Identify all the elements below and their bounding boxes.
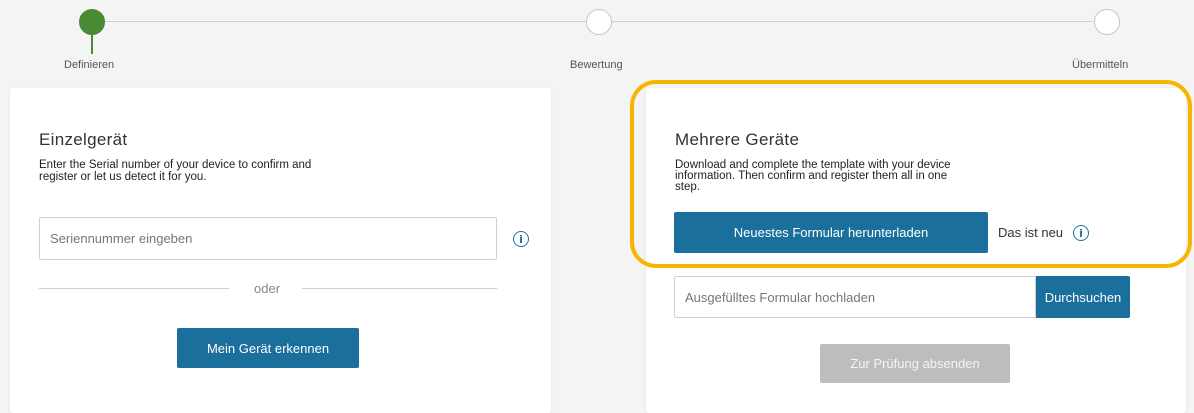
detect-device-button[interactable]: Mein Gerät erkennen: [177, 328, 359, 368]
divider-line-left: [39, 288, 229, 289]
single-device-description-line2: register or let us detect it for you.: [39, 171, 207, 183]
step-dot-bewertung: [586, 9, 612, 35]
progress-stepper: Definieren Bewertung Übermitteln: [0, 0, 1194, 80]
multiple-devices-title: Mehrere Geräte: [675, 130, 800, 149]
step-indicator-stem: [91, 34, 93, 54]
step-dot-definieren: [79, 9, 105, 35]
divider-line-right: [302, 288, 497, 289]
download-template-button[interactable]: Neuestes Formular herunterladen: [674, 212, 988, 253]
divider-text: oder: [254, 281, 281, 296]
single-device-title: Einzelgerät: [39, 130, 128, 149]
serial-number-input[interactable]: Seriennummer eingeben: [39, 217, 497, 260]
step-label-definieren: Definieren: [64, 59, 115, 71]
browse-button[interactable]: Durchsuchen: [1036, 276, 1130, 318]
info-icon[interactable]: i: [513, 231, 529, 247]
upload-form-input[interactable]: Ausgefülltes Formular hochladen: [674, 276, 1036, 318]
submit-for-review-button[interactable]: Zur Prüfung absenden: [820, 344, 1010, 383]
step-label-uebermitteln: Übermitteln: [1072, 59, 1129, 71]
step-dot-uebermitteln: [1094, 9, 1120, 35]
multiple-devices-description-line2: information. Then confirm and register t…: [675, 170, 948, 182]
multiple-devices-description-line3: step.: [675, 181, 700, 193]
single-device-description-line1: Enter the Serial number of your device t…: [39, 159, 312, 171]
step-label-bewertung: Bewertung: [570, 59, 623, 71]
info-icon[interactable]: i: [1073, 225, 1089, 241]
new-label: Das ist neu: [998, 225, 1064, 240]
step-connector: [105, 21, 586, 22]
step-connector: [612, 21, 1093, 22]
